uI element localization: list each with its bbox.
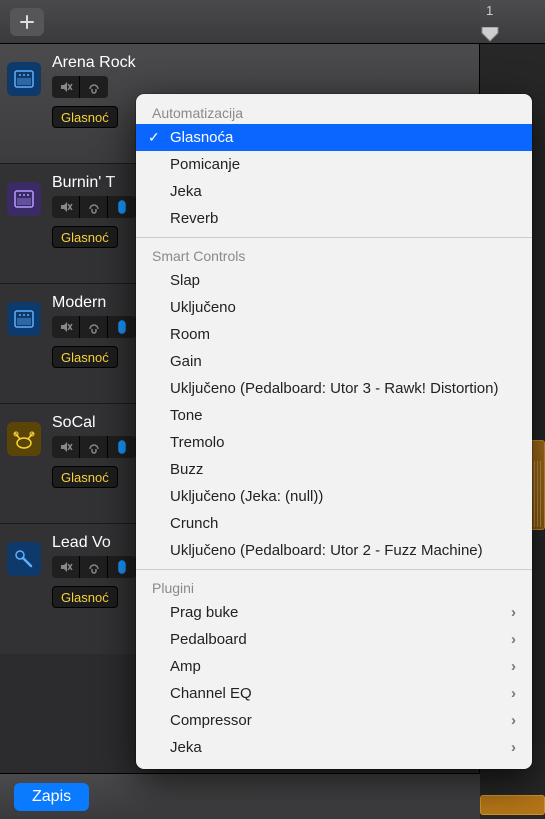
automation-parameter-pill[interactable]: Glasnoć xyxy=(52,346,118,368)
amp-icon xyxy=(7,302,41,336)
input-monitor-button[interactable] xyxy=(108,436,136,458)
menu-header-plugins: Plugini xyxy=(136,575,532,599)
solo-button[interactable] xyxy=(80,436,108,458)
menu-item[interactable]: Buzz xyxy=(136,456,532,483)
menu-item[interactable]: Tremolo xyxy=(136,429,532,456)
input-monitor-button[interactable] xyxy=(108,316,136,338)
input-monitor-button[interactable] xyxy=(108,556,136,578)
chevron-right-icon: › xyxy=(511,685,516,702)
menu-item[interactable]: Uključeno (Jeka: (null)) xyxy=(136,483,532,510)
mute-button[interactable] xyxy=(52,316,80,338)
chevron-right-icon: › xyxy=(511,604,516,621)
menu-item[interactable]: Uključeno xyxy=(136,294,532,321)
chevron-right-icon: › xyxy=(511,712,516,729)
pill-label: Glasnoć xyxy=(61,110,109,125)
menu-separator xyxy=(136,569,532,570)
menu-item-label: Compressor xyxy=(170,712,252,729)
menu-item[interactable]: Room xyxy=(136,321,532,348)
drummer-icon xyxy=(7,422,41,456)
menu-item[interactable]: Pomicanje xyxy=(136,151,532,178)
ruler-bar-label: 1 xyxy=(486,3,493,18)
menu-item[interactable]: Slap xyxy=(136,267,532,294)
menu-item[interactable]: Uključeno (Pedalboard: Utor 2 - Fuzz Mac… xyxy=(136,537,532,564)
automation-parameter-pill[interactable]: Glasnoć xyxy=(52,586,118,608)
menu-submenu-item[interactable]: Compressor › xyxy=(136,707,532,734)
menu-item[interactable]: Tone xyxy=(136,402,532,429)
pill-label: Glasnoć xyxy=(61,590,109,605)
track-toolbar xyxy=(0,0,545,44)
input-monitor-button[interactable] xyxy=(108,196,136,218)
menu-item[interactable]: Uključeno (Pedalboard: Utor 3 - Rawk! Di… xyxy=(136,375,532,402)
menu-submenu-item[interactable]: Prag buke › xyxy=(136,599,532,626)
solo-button[interactable] xyxy=(80,76,108,98)
solo-button[interactable] xyxy=(80,196,108,218)
footer-bar: Zapis xyxy=(0,773,480,819)
mute-button[interactable] xyxy=(52,436,80,458)
amp-icon xyxy=(7,62,41,96)
ruler[interactable]: 1 xyxy=(480,0,545,44)
mute-button[interactable] xyxy=(52,196,80,218)
menu-item[interactable]: Reverb xyxy=(136,205,532,232)
menu-submenu-item[interactable]: Pedalboard › xyxy=(136,626,532,653)
microphone-icon xyxy=(7,542,41,576)
pill-label: Glasnoć xyxy=(61,230,109,245)
menu-item[interactable]: Jeka xyxy=(136,178,532,205)
track-name: Arena Rock xyxy=(52,54,471,72)
menu-header-smart-controls: Smart Controls xyxy=(136,243,532,267)
pill-label: Glasnoć xyxy=(61,350,109,365)
menu-submenu-item[interactable]: Channel EQ › xyxy=(136,680,532,707)
menu-item[interactable]: Gain xyxy=(136,348,532,375)
menu-item-label: Pedalboard xyxy=(170,631,247,648)
region-vocal[interactable] xyxy=(480,795,545,815)
menu-header-automation: Automatizacija xyxy=(136,100,532,124)
chevron-right-icon: › xyxy=(511,631,516,648)
solo-button[interactable] xyxy=(80,556,108,578)
chevron-right-icon: › xyxy=(511,658,516,675)
automation-parameter-pill[interactable]: Glasnoć xyxy=(52,226,118,248)
mute-button[interactable] xyxy=(52,76,80,98)
record-button[interactable]: Zapis xyxy=(14,783,89,811)
record-label: Zapis xyxy=(32,788,71,806)
chevron-right-icon: › xyxy=(511,739,516,756)
mute-button[interactable] xyxy=(52,556,80,578)
menu-separator xyxy=(136,237,532,238)
automation-menu[interactable]: Automatizacija GlasnoćaPomicanjeJekaReve… xyxy=(136,94,532,769)
automation-parameter-pill[interactable]: Glasnoć xyxy=(52,466,118,488)
automation-parameter-pill[interactable]: Glasnoć xyxy=(52,106,118,128)
menu-submenu-item[interactable]: Amp › xyxy=(136,653,532,680)
menu-item[interactable]: Crunch xyxy=(136,510,532,537)
menu-item-label: Channel EQ xyxy=(170,685,252,702)
menu-item-label: Prag buke xyxy=(170,604,238,621)
menu-submenu-item[interactable]: Jeka › xyxy=(136,734,532,761)
menu-item[interactable]: Glasnoća xyxy=(136,124,532,151)
amp-icon xyxy=(7,182,41,216)
add-track-button[interactable] xyxy=(10,8,44,36)
menu-item-label: Jeka xyxy=(170,739,202,756)
pill-label: Glasnoć xyxy=(61,470,109,485)
menu-item-label: Amp xyxy=(170,658,201,675)
playhead[interactable] xyxy=(480,27,500,43)
solo-button[interactable] xyxy=(80,316,108,338)
